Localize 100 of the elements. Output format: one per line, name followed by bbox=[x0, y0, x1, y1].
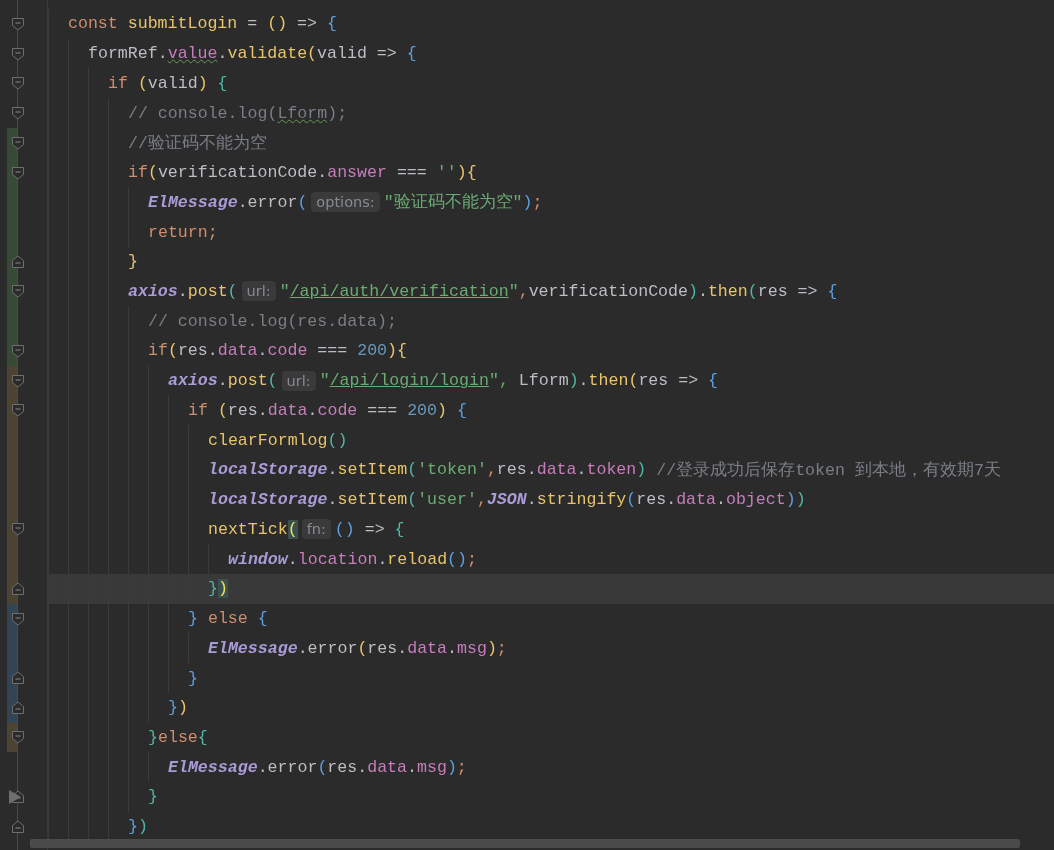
fold-marker-icon[interactable] bbox=[11, 46, 25, 61]
fold-marker-icon[interactable] bbox=[11, 730, 25, 745]
code-token: .error bbox=[237, 192, 298, 212]
code-token: " bbox=[279, 281, 290, 301]
fold-marker-icon[interactable] bbox=[11, 819, 25, 834]
code-token: === bbox=[395, 163, 428, 183]
code-comment: ); bbox=[327, 103, 348, 123]
fold-marker-icon[interactable] bbox=[11, 700, 25, 715]
code-token: else bbox=[157, 728, 198, 747]
code-token: setItem bbox=[337, 460, 408, 480]
code-token: location bbox=[297, 549, 378, 569]
parameter-hint: options: bbox=[311, 192, 380, 213]
code-token: ) bbox=[197, 73, 209, 93]
code-token: , bbox=[476, 490, 487, 510]
code-token: ) bbox=[636, 460, 648, 480]
fold-marker-icon[interactable] bbox=[11, 135, 25, 150]
fold-marker-icon[interactable] bbox=[11, 522, 25, 537]
code-token: ( bbox=[137, 73, 148, 93]
code-token: ( bbox=[307, 44, 318, 64]
code-token: ) bbox=[486, 638, 497, 658]
code-token: if bbox=[148, 341, 168, 361]
code-comment: // console.log(res.data); bbox=[148, 311, 397, 331]
code-token: ( bbox=[147, 163, 158, 183]
code-token: { bbox=[406, 44, 417, 64]
code-token: () bbox=[334, 519, 355, 539]
code-token: msg bbox=[457, 638, 487, 658]
code-token: ", bbox=[488, 371, 510, 391]
code-token: axios bbox=[128, 281, 178, 301]
code-token: . bbox=[447, 638, 457, 658]
fold-marker-icon[interactable] bbox=[11, 611, 25, 626]
code-token: setItem bbox=[337, 490, 408, 510]
code-token: else bbox=[207, 609, 249, 629]
code-token: . bbox=[715, 490, 726, 510]
code-token: ( bbox=[227, 281, 238, 301]
code-token: valid => bbox=[317, 44, 398, 64]
code-token: { bbox=[217, 73, 228, 93]
code-token: . bbox=[407, 757, 417, 777]
code-token: res. bbox=[327, 757, 368, 777]
code-token: value bbox=[167, 44, 218, 64]
code-token: data bbox=[536, 460, 577, 480]
code-token: ) bbox=[177, 698, 188, 718]
code-token: ) bbox=[387, 341, 398, 361]
code-token: } bbox=[168, 698, 178, 718]
code-token: code bbox=[267, 341, 308, 361]
code-token: } bbox=[208, 579, 218, 599]
code-token: ) bbox=[687, 281, 698, 301]
fold-marker-icon[interactable] bbox=[11, 165, 25, 180]
code-token: reload bbox=[387, 549, 448, 569]
fold-marker-icon[interactable] bbox=[11, 343, 25, 358]
code-token: ( bbox=[217, 400, 228, 420]
code-token: 200 bbox=[407, 400, 437, 420]
code-token: { bbox=[197, 728, 208, 747]
code-token: ) bbox=[456, 163, 467, 183]
code-token: . bbox=[327, 490, 338, 510]
code-token: ( bbox=[297, 192, 308, 212]
horizontal-scrollbar[interactable] bbox=[30, 839, 1020, 848]
parameter-hint: url: bbox=[281, 370, 316, 391]
fold-marker-icon[interactable] bbox=[11, 106, 25, 121]
fold-marker-icon[interactable] bbox=[11, 373, 25, 388]
fold-marker-icon[interactable] bbox=[11, 76, 25, 91]
code-token: 200 bbox=[357, 341, 388, 361]
fold-marker-icon[interactable] bbox=[11, 581, 25, 596]
code-token: } bbox=[188, 668, 198, 688]
code-token: ) bbox=[795, 490, 806, 510]
code-token: . bbox=[257, 341, 268, 361]
code-token: token bbox=[586, 460, 637, 480]
fold-marker-icon[interactable] bbox=[11, 403, 25, 418]
code-token: JSON bbox=[486, 490, 527, 510]
code-token: => bbox=[363, 519, 386, 539]
fold-marker-icon[interactable] bbox=[11, 284, 25, 299]
code-token: if bbox=[108, 73, 129, 93]
code-token: " bbox=[319, 371, 330, 391]
code-token: submitLogin bbox=[127, 14, 238, 34]
code-token: . bbox=[578, 371, 589, 391]
code-token: code bbox=[317, 400, 358, 420]
matched-bracket: ) bbox=[217, 579, 228, 599]
code-token: ) bbox=[137, 817, 148, 837]
code-token: } bbox=[148, 728, 158, 747]
code-token: { bbox=[326, 14, 337, 34]
code-token: () bbox=[327, 430, 348, 450]
code-token: msg bbox=[417, 757, 447, 777]
code-token: .error bbox=[257, 757, 318, 777]
code-token: . bbox=[377, 549, 388, 569]
fold-marker-icon[interactable] bbox=[11, 671, 25, 685]
code-token: { bbox=[708, 371, 719, 391]
code-token: if bbox=[188, 400, 209, 420]
code-token: , bbox=[518, 281, 529, 301]
code-token: ( bbox=[167, 341, 178, 361]
code-token: res. bbox=[496, 460, 537, 480]
code-token: . bbox=[177, 281, 188, 301]
code-token: ( bbox=[626, 490, 637, 510]
code-token: object bbox=[725, 490, 786, 510]
fold-marker-icon[interactable] bbox=[11, 254, 25, 269]
triangle-icon bbox=[9, 790, 21, 805]
fold-marker-icon[interactable] bbox=[11, 16, 25, 31]
code-token: } bbox=[128, 817, 138, 837]
code-token: Lform bbox=[277, 103, 328, 123]
code-token: data bbox=[267, 400, 308, 420]
code-token: , bbox=[486, 460, 497, 480]
code-token: localStorage bbox=[208, 490, 328, 510]
